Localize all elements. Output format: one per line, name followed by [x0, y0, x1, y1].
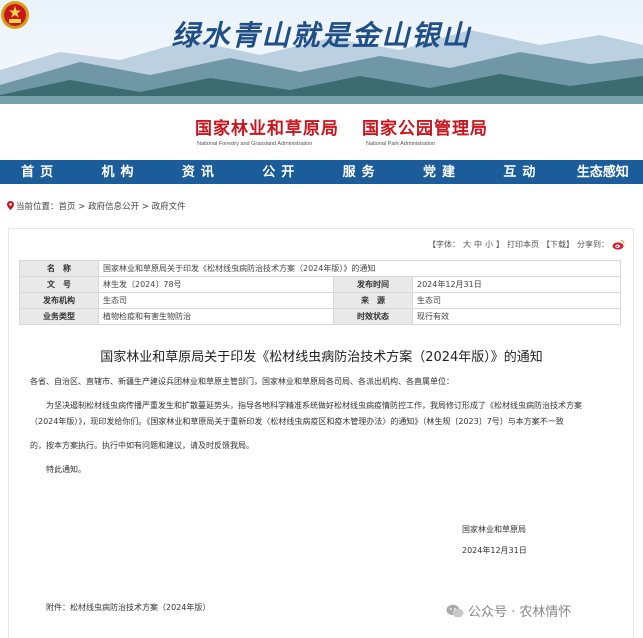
meta-status-label: 时效状态: [333, 308, 413, 325]
download-button[interactable]: 【下载】: [542, 239, 574, 250]
article-toolbar: 【字体： 大 中 小 】 打印本页 【下载】 分享到：: [428, 239, 625, 250]
meta-issuer-label: 发布机构: [19, 292, 99, 309]
font-size-label: 【字体：: [428, 240, 460, 249]
meta-name-value: 国家林业和草原局关于印发《松材线虫病防治技术方案（2024年版）》的通知: [98, 260, 621, 277]
wechat-watermark: 公众号 · 农林情怀: [446, 601, 571, 620]
print-button[interactable]: 打印本页: [507, 239, 539, 250]
nav-item-public[interactable]: 公开: [241, 160, 321, 184]
location-pin-icon: [7, 201, 14, 210]
org-name-park-en: National Park Administration: [366, 141, 436, 147]
main-nav: 首页 机构 资讯 公开 服务 党建 互动 生态感知: [0, 160, 643, 184]
national-emblem-icon: [1, 1, 29, 29]
font-medium-button[interactable]: 中: [474, 239, 482, 250]
meta-status-value: 现行有效: [412, 308, 621, 325]
nav-item-ecology[interactable]: 生态感知: [563, 160, 643, 184]
meta-category-label: 业务类型: [19, 308, 99, 325]
document-closing: 特此通知。: [46, 465, 86, 474]
slogan-calligraphy: 绿水青山就是金山银山: [171, 19, 472, 52]
document-sign-date: 2024年12月31日: [462, 546, 527, 555]
document-paragraph-line: 的，按本方案执行。执行中如有问题和建议，请及时反馈我局。: [30, 441, 254, 450]
meta-date-label: 发布时间: [333, 276, 413, 293]
document-title: 国家林业和草原局关于印发《松材线虫病防治技术方案（2024年版）》的通知: [100, 350, 543, 365]
nav-item-organization[interactable]: 机构: [80, 160, 160, 184]
breadcrumb-separator: >: [75, 202, 89, 212]
font-large-button[interactable]: 大: [463, 239, 471, 250]
document-panel: 【字体： 大 中 小 】 打印本页 【下载】 分享到： 名 称 国家林业和草原局…: [8, 228, 634, 638]
nav-item-services[interactable]: 服务: [322, 160, 402, 184]
breadcrumb-gov-info[interactable]: 政府信息公开: [88, 202, 139, 212]
wechat-icon: [446, 604, 464, 617]
nav-item-news[interactable]: 资讯: [161, 160, 241, 184]
meta-source-label: 来 源: [333, 292, 413, 309]
breadcrumb-gov-docs[interactable]: 政府文件: [152, 202, 186, 212]
document-recipients: 各省、自治区、直辖市、新疆生产建设兵团林业和草原主管部门，国家林业和草原局各司局…: [30, 377, 454, 386]
share-label: 分享到：: [577, 240, 609, 249]
meta-category-value: 植物检疫和有害生物防治: [98, 308, 334, 325]
meta-name-label: 名 称: [19, 260, 99, 277]
watermark-text: 公众号 · 农林情怀: [468, 605, 572, 620]
org-name-forestry: 国家林业和草原局: [195, 119, 339, 138]
document-paragraph-line: （2024年版）》，现印发给你们。《国家林业和草原局关于重新印发〈松材线虫病疫区…: [30, 417, 564, 426]
meta-docno-value: 林生发〔2024〕78号: [98, 276, 334, 293]
document-attachment-link[interactable]: 附件：松材线虫病防治技术方案（2024年版）: [46, 600, 210, 616]
breadcrumb-prefix: 当前位置：: [16, 202, 59, 212]
breadcrumb: 当前位置：首页 > 政府信息公开 > 政府文件: [7, 200, 186, 212]
meta-docno-label: 文 号: [19, 276, 99, 293]
document-signer: 国家林业和草原局: [462, 525, 526, 534]
document-paragraph-line: 为坚决遏制松材线虫病传播严重发生和扩散蔓延势头，指导各地科学精准系统做好松材线虫…: [46, 401, 582, 410]
org-name-park: 国家公园管理局: [362, 119, 488, 138]
header-banner: 绿水青山就是金山银山 国家林业和草原局 National Forestry an…: [0, 0, 643, 160]
nav-item-interaction[interactable]: 互动: [482, 160, 562, 184]
org-name-forestry-en: National Forestry and Grassland Administ…: [197, 141, 313, 147]
document-metadata-table: 名 称 国家林业和草原局关于印发《松材线虫病防治技术方案（2024年版）》的通知…: [19, 260, 621, 325]
meta-date-value: 2024年12月31日: [412, 276, 621, 293]
meta-source-value: 生态司: [412, 292, 621, 309]
breadcrumb-home[interactable]: 首页: [59, 202, 76, 212]
weibo-share-icon[interactable]: [612, 239, 625, 250]
nav-item-home[interactable]: 首页: [0, 160, 80, 184]
nav-item-party[interactable]: 党建: [402, 160, 482, 184]
meta-issuer-value: 生态司: [98, 292, 334, 309]
font-small-button[interactable]: 小: [485, 239, 493, 250]
breadcrumb-separator: >: [139, 202, 152, 212]
font-size-close: 】: [496, 240, 504, 249]
